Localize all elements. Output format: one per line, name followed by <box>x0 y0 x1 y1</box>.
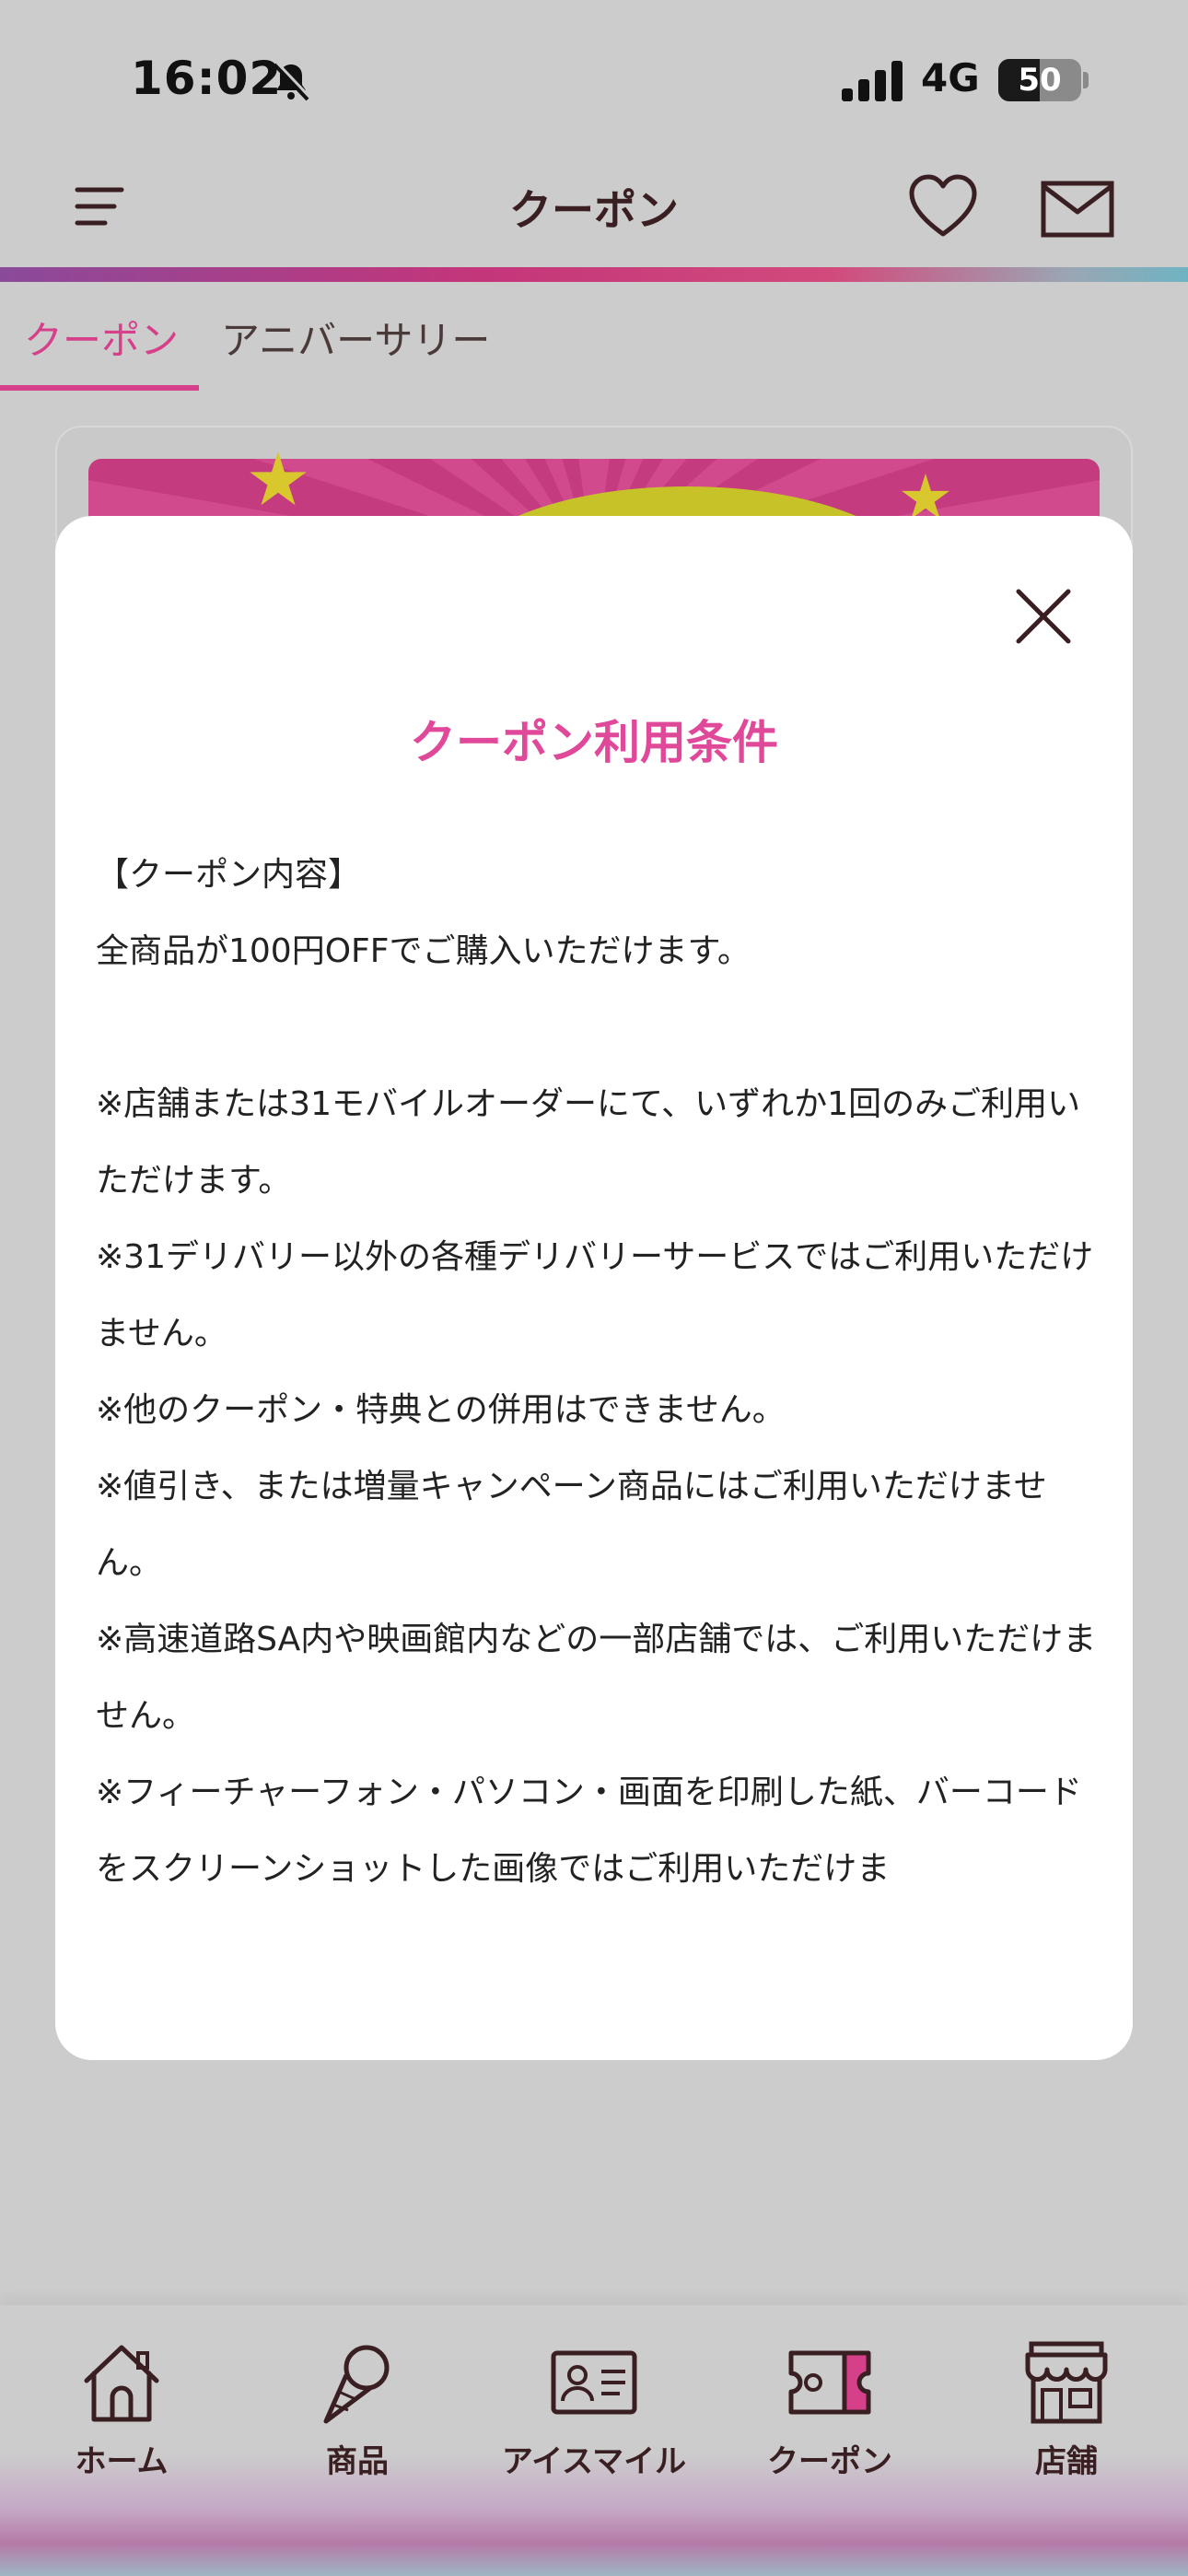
nav-home[interactable]: ホーム <box>11 2340 232 2488</box>
nav-member-card[interactable]: アイスマイル <box>483 2340 705 2488</box>
header-gradient-divider <box>0 267 1188 282</box>
heart-icon[interactable] <box>908 173 978 240</box>
terms-gap <box>96 989 1100 1066</box>
nav-products[interactable]: 商品 <box>247 2340 468 2488</box>
nav-label: ホーム <box>75 2443 169 2480</box>
terms-note: ※他のクーポン・特典との併用はできません。 <box>96 1391 786 1429</box>
tab-anniversary[interactable]: アニバーサリー <box>221 310 490 366</box>
terms-note: ※フィーチャーフォン・パソコン・画面を印刷した紙、バーコードをスクリーンショット… <box>96 1774 1082 1888</box>
nav-store[interactable]: 店舗 <box>956 2340 1177 2488</box>
terms-note: ※値引き、または増量キャンペーン商品にはご利用いただけません。 <box>96 1468 1047 1582</box>
modal-body: 【クーポン内容】 全商品が100円OFFでご購入いただけます。 ※店舗または31… <box>96 837 1100 1907</box>
nav-label: 商品 <box>326 2443 389 2480</box>
active-tab-indicator <box>0 385 199 391</box>
terms-heading: 【クーポン内容】 <box>96 856 362 894</box>
mail-icon[interactable] <box>1041 181 1114 238</box>
status-time: 16:02 <box>131 52 283 105</box>
terms-note: ※高速道路SA内や映画館内などの一部店舗では、ご利用いただけません。 <box>96 1621 1097 1735</box>
terms-content: 全商品が100円OFFでご購入いただけます。 <box>96 932 751 970</box>
network-type: 4G <box>921 55 980 100</box>
ice-cream-icon <box>323 2345 390 2424</box>
page-title: クーポン <box>509 185 679 235</box>
battery-indicator: 50 <box>998 59 1081 101</box>
terms-note: ※31デリバリー以外の各種デリバリーサービスではご利用いただけません。 <box>96 1238 1094 1352</box>
muted-bell-icon <box>273 61 312 101</box>
terms-note: ※店舗または31モバイルオーダーにて、いずれか1回のみご利用いただけます。 <box>96 1085 1081 1200</box>
battery-percent: 50 <box>1018 62 1062 99</box>
member-card-icon <box>551 2350 637 2415</box>
nav-coupon[interactable]: クーポン <box>719 2340 940 2488</box>
signal-icon <box>842 61 903 101</box>
modal-title: クーポン利用条件 <box>410 716 778 769</box>
home-icon <box>84 2345 159 2422</box>
nav-label: クーポン <box>767 2443 892 2480</box>
nav-label: アイスマイル <box>501 2443 687 2480</box>
close-icon[interactable] <box>1013 586 1074 647</box>
nav-label: 店舗 <box>1035 2443 1098 2480</box>
tab-coupon[interactable]: クーポン <box>24 310 179 366</box>
store-icon <box>1025 2341 1108 2424</box>
battery-cap <box>1083 72 1089 88</box>
coupon-ticket-icon <box>788 2350 871 2415</box>
